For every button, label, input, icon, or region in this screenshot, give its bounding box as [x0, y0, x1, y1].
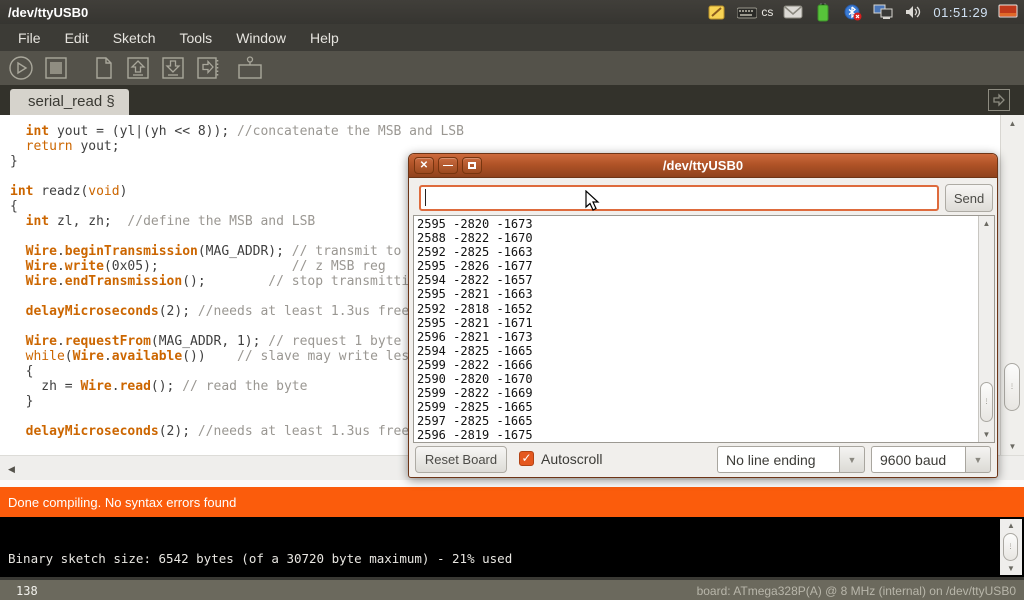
keyboard-layout-indicator[interactable]: cs	[761, 5, 773, 19]
editor-scrollbar-thumb[interactable]: ⋮	[1004, 363, 1020, 411]
panel-window-title: /dev/ttyUSB0	[0, 5, 88, 20]
mail-icon[interactable]	[783, 3, 803, 21]
serial-line: 2594 -2822 -1657	[417, 273, 977, 287]
menu-item-help[interactable]: Help	[300, 27, 349, 49]
scroll-down-icon[interactable]: ▼	[1000, 564, 1022, 573]
serial-line: 2599 -2822 -1666	[417, 358, 977, 372]
send-button[interactable]: Send	[945, 184, 993, 212]
grip-dots: ⋮	[1007, 546, 1014, 549]
battery-icon[interactable]	[813, 3, 833, 21]
scroll-up-icon[interactable]: ▲	[979, 219, 994, 228]
open-sketch-button[interactable]	[125, 55, 151, 81]
menu-item-tools[interactable]: Tools	[170, 27, 223, 49]
volume-icon[interactable]	[903, 3, 923, 21]
code-line: int yout = (yl|(yh << 8)); //concatenate…	[10, 124, 1000, 139]
minimize-icon[interactable]: —	[438, 157, 458, 174]
code-line: return yout;	[10, 139, 1000, 154]
serial-line: 2592 -2818 -1652	[417, 302, 977, 316]
notes-icon[interactable]	[707, 3, 727, 21]
text-caret	[425, 189, 426, 206]
close-icon[interactable]: ✕	[414, 157, 434, 174]
menu-item-window[interactable]: Window	[226, 27, 296, 49]
ide-toolbar	[0, 51, 1024, 85]
autoscroll-label: Autoscroll	[541, 451, 602, 467]
maximize-icon[interactable]	[462, 157, 482, 174]
serial-line: 2597 -2825 -1665	[417, 414, 977, 428]
serial-monitor-window: /dev/ttyUSB0 ✕ — Send 2595 -2820 -167325…	[408, 153, 998, 478]
scroll-up-icon[interactable]: ▲	[1000, 521, 1022, 530]
line-number: 138	[16, 584, 38, 598]
serial-output-area: 2595 -2820 -16732588 -2822 -16702592 -28…	[413, 215, 995, 443]
serial-monitor-titlebar[interactable]: /dev/ttyUSB0 ✕ —	[409, 154, 997, 178]
menu-item-file[interactable]: File	[8, 27, 51, 49]
tab-menu-button[interactable]	[988, 89, 1010, 111]
session-icon[interactable]	[998, 3, 1018, 21]
system-tray: cs 01:51:29	[707, 3, 1024, 21]
serial-input-field[interactable]	[419, 185, 939, 211]
console-message: Binary sketch size: 6542 bytes (of a 307…	[8, 551, 512, 566]
board-info: board: ATmega328P(A) @ 8 MHz (internal) …	[697, 584, 1016, 598]
console-output: Binary sketch size: 6542 bytes (of a 307…	[0, 517, 1024, 577]
chevron-down-icon[interactable]: ▼	[965, 446, 991, 473]
save-sketch-button[interactable]	[160, 55, 186, 81]
serial-line: 2595 -2821 -1663	[417, 287, 977, 301]
stop-button[interactable]	[43, 55, 69, 81]
serial-vertical-scrollbar[interactable]: ▲ ⋮ ▼	[978, 216, 994, 442]
editor-bottom-gap	[0, 480, 1024, 487]
mouse-cursor	[585, 190, 601, 217]
serial-line: 2595 -2821 -1671	[417, 316, 977, 330]
serial-line: 2595 -2820 -1673	[417, 217, 977, 231]
keyboard-icon[interactable]	[737, 3, 757, 21]
window-controls: ✕ —	[414, 157, 482, 174]
tab-serial-read[interactable]: serial_read §	[10, 89, 129, 115]
upload-button[interactable]	[195, 55, 221, 81]
line-ending-dropdown[interactable]: No line ending ▼	[717, 446, 865, 473]
desktop-panel: /dev/ttyUSB0 cs 0	[0, 0, 1024, 24]
serial-scrollbar-thumb[interactable]: ⋮	[980, 382, 993, 422]
baud-rate-dropdown[interactable]: 9600 baud ▼	[871, 446, 991, 473]
scroll-up-icon[interactable]: ▲	[1001, 119, 1024, 128]
serial-line: 2596 -2819 -1675	[417, 428, 977, 442]
tab-bar: serial_read §	[0, 85, 1024, 115]
clock[interactable]: 01:51:29	[933, 5, 988, 20]
serial-line: 2596 -2821 -1673	[417, 330, 977, 344]
reset-board-button[interactable]: Reset Board	[415, 446, 507, 473]
baud-rate-value: 9600 baud	[871, 446, 965, 473]
serial-line: 2595 -2826 -1677	[417, 259, 977, 273]
verify-button[interactable]	[8, 55, 34, 81]
scroll-down-icon[interactable]: ▼	[979, 430, 994, 439]
serial-line: 2599 -2825 -1665	[417, 400, 977, 414]
chevron-down-icon[interactable]: ▼	[839, 446, 865, 473]
scroll-down-icon[interactable]: ▼	[1001, 442, 1024, 451]
network-icon[interactable]	[873, 3, 893, 21]
serial-line: 2592 -2825 -1663	[417, 245, 977, 259]
serial-output-lines: 2595 -2820 -16732588 -2822 -16702592 -28…	[417, 217, 977, 442]
menu-item-sketch[interactable]: Sketch	[103, 27, 166, 49]
new-sketch-button[interactable]	[90, 55, 116, 81]
serial-monitor-button[interactable]	[236, 55, 262, 81]
menu-bar: FileEditSketchToolsWindowHelp	[0, 24, 1024, 51]
serial-line: 2590 -2820 -1670	[417, 372, 977, 386]
autoscroll-checkbox[interactable]: ✓	[519, 451, 534, 466]
serial-line: 2594 -2825 -1665	[417, 344, 977, 358]
grip-dots: ⋮	[983, 401, 990, 404]
console-scrollbar-thumb[interactable]: ⋮	[1003, 533, 1018, 561]
serial-line: 2588 -2822 -1670	[417, 231, 977, 245]
grip-dots: ⋮	[1009, 386, 1016, 389]
ide-status-bar: 138 board: ATmega328P(A) @ 8 MHz (intern…	[0, 577, 1024, 600]
bluetooth-icon[interactable]	[843, 3, 863, 21]
editor-vertical-scrollbar[interactable]: ▲ ⋮ ▼	[1000, 115, 1024, 455]
serial-line: 2599 -2822 -1669	[417, 386, 977, 400]
screen: /dev/ttyUSB0 cs 0	[0, 0, 1024, 600]
scroll-left-icon[interactable]: ◀	[8, 464, 15, 475]
console-vertical-scrollbar[interactable]: ▲ ⋮ ▼	[1000, 519, 1022, 575]
menu-item-edit[interactable]: Edit	[55, 27, 99, 49]
serial-monitor-title: /dev/ttyUSB0	[409, 158, 997, 173]
compile-status-message: Done compiling. No syntax errors found	[8, 495, 236, 510]
line-ending-value: No line ending	[717, 446, 839, 473]
compile-status-bar: Done compiling. No syntax errors found	[0, 487, 1024, 517]
